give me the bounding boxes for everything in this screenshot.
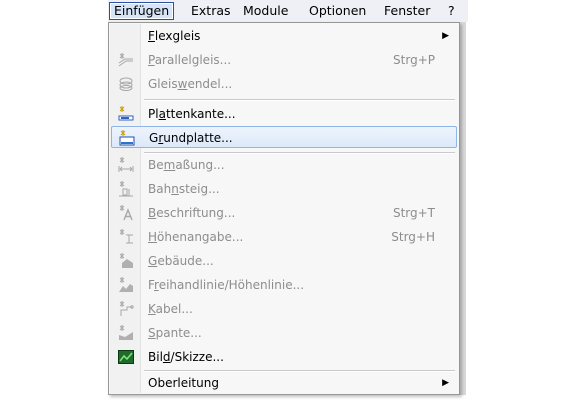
einfuegen-dropdown-menu: Flexgleis ▶ Parallelgleis... Strg+P Glei… — [108, 22, 460, 395]
menu-module[interactable]: Module — [239, 2, 292, 20]
menu-item-label: Kabel... — [148, 302, 193, 316]
menu-item-label: Flexgleis — [148, 29, 201, 43]
menu-item-parallelgleis[interactable]: Parallelgleis... Strg+P — [111, 49, 457, 71]
frame-icon — [119, 325, 133, 340]
menu-optionen[interactable]: Optionen — [305, 2, 370, 20]
text-label-icon — [119, 205, 133, 221]
menu-separator — [144, 99, 455, 101]
building-icon — [119, 253, 133, 268]
shortcut-label: Strg+H — [391, 230, 435, 244]
freehand-line-icon — [119, 277, 133, 292]
menu-item-bemassung[interactable]: Bemaßung... — [111, 154, 457, 176]
image-sketch-icon — [118, 350, 134, 364]
menu-item-beschriftung[interactable]: Beschriftung... Strg+T — [111, 202, 457, 224]
menu-item-hoehenangabe[interactable]: Höhenangabe... Strg+H — [111, 226, 457, 248]
menu-item-label: Höhenangabe... — [148, 230, 244, 244]
menu-item-gebaeude[interactable]: Gebäude... — [111, 250, 457, 272]
menu-bar: Einfügen Extras Module Optionen Fenster … — [108, 0, 468, 22]
menu-item-bild-skizze[interactable]: Bild/Skizze... — [111, 346, 457, 368]
submenu-arrow-icon: ▶ — [442, 378, 449, 388]
menu-item-label: Bahnsteig... — [148, 182, 220, 196]
platform-icon — [119, 181, 133, 197]
menu-item-label: Oberleitung — [148, 376, 219, 390]
menu-item-kabel[interactable]: Kabel... — [111, 298, 457, 320]
menu-item-flexgleis[interactable]: Flexgleis ▶ — [111, 25, 457, 47]
menu-item-label: Bild/Skizze... — [148, 350, 224, 364]
menu-item-label: Parallelgleis... — [148, 53, 232, 67]
menu-fenster[interactable]: Fenster — [380, 2, 434, 20]
menu-item-label: Grundplatte... — [149, 131, 233, 145]
helix-icon — [119, 77, 133, 91]
shortcut-label: Strg+P — [393, 53, 435, 67]
menu-item-label: Plattenkante... — [148, 107, 236, 121]
menu-item-label: Beschriftung... — [148, 206, 236, 220]
height-marker-icon — [119, 229, 133, 244]
menu-item-freihandlinie[interactable]: Freihandlinie/Höhenlinie... — [111, 274, 457, 296]
menu-item-plattenkante[interactable]: Plattenkante... — [111, 103, 457, 125]
baseplate-icon — [119, 130, 135, 146]
menu-help[interactable]: ? — [444, 2, 459, 20]
menu-item-grundplatte[interactable]: Grundplatte... — [111, 126, 457, 148]
dimension-icon — [118, 157, 134, 172]
menu-item-label: Gebäude... — [148, 254, 214, 268]
plate-edge-icon — [118, 106, 134, 121]
menu-item-oberleitung[interactable]: Oberleitung ▶ — [111, 372, 457, 394]
menu-item-label: Freihandlinie/Höhenlinie... — [148, 278, 305, 292]
menu-item-label: Bemaßung... — [148, 158, 225, 172]
menu-einfuegen[interactable]: Einfügen — [109, 2, 175, 20]
parallel-track-icon — [118, 53, 133, 67]
menu-item-bahnsteig[interactable]: Bahnsteig... — [111, 178, 457, 200]
shortcut-label: Strg+T — [392, 206, 435, 220]
cable-icon — [119, 301, 134, 316]
menu-item-label: Gleiswendel... — [148, 77, 233, 91]
submenu-arrow-icon: ▶ — [442, 31, 449, 41]
menu-extras[interactable]: Extras — [187, 2, 235, 20]
menu-item-label: Spante... — [148, 326, 202, 340]
menu-item-spante[interactable]: Spante... — [111, 322, 457, 344]
window-edge — [460, 22, 466, 395]
menu-item-gleiswendel[interactable]: Gleiswendel... — [111, 73, 457, 95]
